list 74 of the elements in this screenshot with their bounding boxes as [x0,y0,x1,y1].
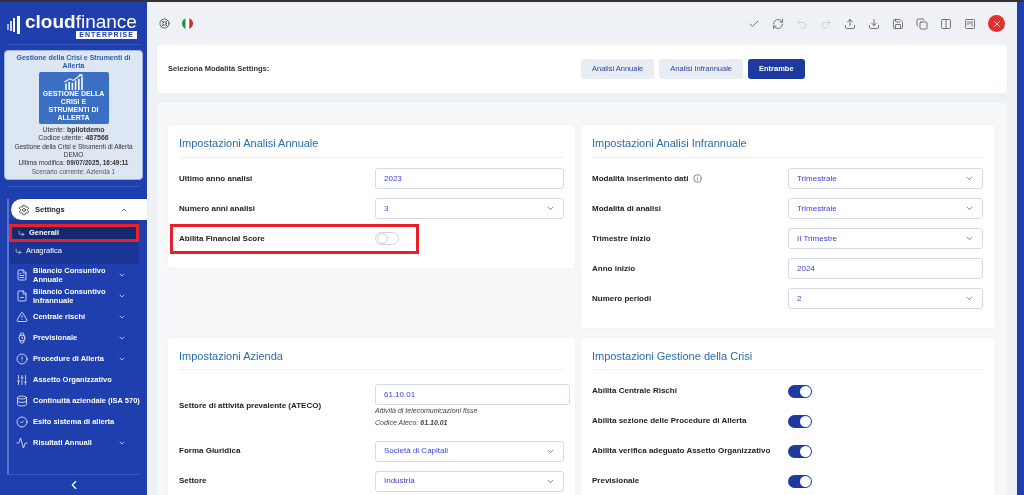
close-button[interactable] [988,15,1005,32]
field-label: Modalità di analisi [592,202,661,215]
alert-icon [16,352,28,365]
field-label: Numero periodi [592,292,652,305]
bar-chart-icon [62,74,85,90]
field-label: Numero anni analisi [179,202,256,215]
columns-icon [940,17,952,30]
field-label: Abilita Financial Score [179,232,265,245]
toggle-switch[interactable] [788,474,812,488]
toggle-switch[interactable] [788,384,812,398]
refresh-icon [772,17,784,30]
refresh-button[interactable] [772,17,784,30]
select-field[interactable]: Trimestrale [788,198,983,219]
board-icon [964,17,976,30]
field-label: Modalità inserimento dati [592,172,689,185]
toggle-switch[interactable] [788,444,812,458]
toggle-switch[interactable] [375,232,399,245]
sliders-icon [16,373,28,386]
pulse-icon [16,436,28,449]
database-icon [16,394,28,407]
save-button[interactable] [892,17,904,30]
field-label: Settore [179,475,207,487]
select-field[interactable]: 3 [375,198,564,219]
select-field[interactable]: 2 [788,288,983,309]
flag-icon[interactable] [182,18,193,29]
columns-button[interactable] [940,17,952,30]
help-icon[interactable] [159,18,170,29]
select-field[interactable]: Industria [375,470,564,492]
sub-arrow-icon [15,247,22,255]
chevron-down-icon [546,204,555,213]
select-field[interactable]: II Trimestre [788,228,983,249]
watch-icon [16,331,28,344]
sub-arrow-icon [18,229,25,237]
input-field[interactable]: 2024 [788,258,983,279]
redo-icon [820,17,832,30]
field-label: Abilita verifica adeguato Assetto Organizzativo [592,445,771,457]
input-field[interactable]: 2023 [375,168,564,189]
chevron-down-icon [965,204,974,213]
field-label: Ultimo anno analisi [179,172,253,185]
card-title: Impostazioni Analisi Infrannuale [592,135,984,158]
card-title: Impostazioni Azienda [179,347,564,370]
chevron-down-icon [965,294,974,303]
close-icon [991,18,1002,29]
card-title: Impostazioni Gestione della Crisi [592,347,984,370]
logo-bars-icon [7,16,21,34]
download-button[interactable] [868,17,880,30]
upload-icon [844,17,856,30]
field-label: Previsionale [592,475,640,487]
save-icon [892,17,904,30]
select-field[interactable]: Società di Capitali [375,440,564,462]
copy-icon [916,17,928,30]
field-label: Anno inizio [592,262,636,275]
input-field[interactable]: 61.10.01 [375,384,570,405]
logo-text: cloudfinance [25,11,137,31]
document-icon [16,289,28,302]
copy-button[interactable] [916,17,928,30]
select-field[interactable]: Trimestrale [788,168,983,189]
field-label: Trimestre inizio [592,232,651,245]
chevron-down-icon [965,234,974,243]
card-title: Impostazioni Analisi Annuale [179,135,564,158]
document-icon [16,268,28,281]
undo-icon [796,17,808,30]
field-label: Abilita sezione delle Procedure di Allerta [592,415,747,427]
field-label: Settore di attività prevalente (ATECO) [179,400,322,412]
upload-button[interactable] [844,17,856,30]
board-button[interactable] [964,17,976,30]
toggle-switch[interactable] [788,414,812,428]
field-label: Forma Giuridica [179,445,241,457]
gear-icon [18,203,30,216]
check-circle-icon [16,415,28,428]
download-icon [868,17,880,30]
field-label: Abilita Centrale Rischi [592,385,677,397]
chevron-down-icon [965,174,974,183]
warning-icon [16,310,28,323]
